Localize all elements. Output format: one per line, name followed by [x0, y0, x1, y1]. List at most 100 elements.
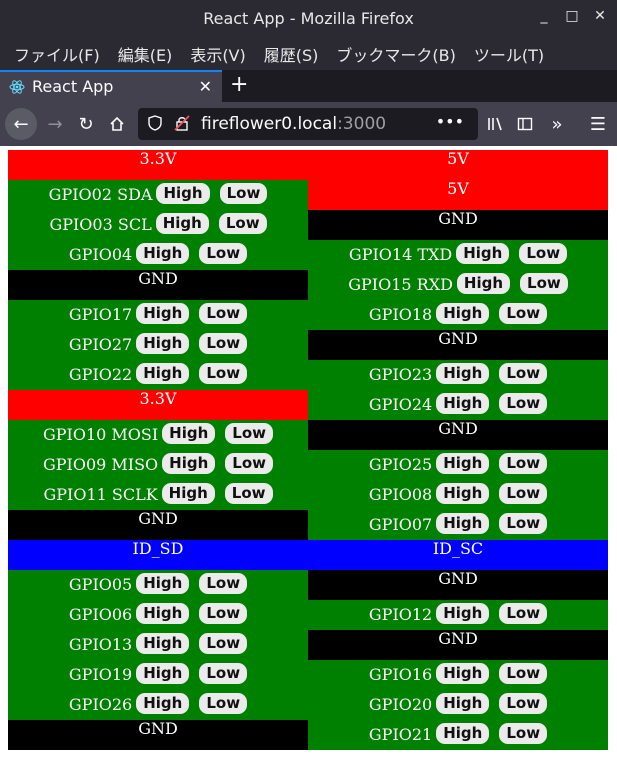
left-pin-gpio11-sclk: GPIO11 SCLK High Low	[8, 480, 308, 510]
library-icon[interactable]	[482, 110, 510, 138]
pin-label: GPIO19	[68, 665, 133, 684]
low-button[interactable]: Low	[218, 213, 267, 234]
high-button[interactable]: High	[155, 213, 209, 234]
low-button[interactable]: Low	[225, 453, 274, 474]
high-button[interactable]: High	[136, 633, 190, 654]
high-button[interactable]: High	[456, 243, 510, 264]
high-button[interactable]: High	[436, 603, 490, 624]
url-text[interactable]: fireflower0.local:3000	[201, 114, 386, 134]
high-button[interactable]: High	[161, 483, 215, 504]
url-bar[interactable]: fireflower0.local:3000 •••	[138, 108, 478, 140]
left-pin-id-sd: ID_SD	[8, 540, 308, 570]
nav-bar: ← → ↻ fireflower0.local:3000 ••• » ☰	[0, 102, 617, 146]
low-button[interactable]: Low	[520, 273, 568, 294]
high-button[interactable]: High	[436, 513, 490, 534]
right-pin-gpio07: GPIO07 High Low	[308, 510, 608, 540]
high-button[interactable]: High	[436, 453, 490, 474]
insecure-lock-icon[interactable]	[174, 115, 190, 131]
overflow-menu-icon[interactable]: »	[543, 110, 571, 138]
high-button[interactable]: High	[436, 303, 490, 324]
menu-edit[interactable]: 編集(E)	[118, 42, 173, 66]
left-pin-gpio22: GPIO22 High Low	[8, 360, 308, 390]
high-button[interactable]: High	[162, 423, 216, 444]
low-button[interactable]: Low	[199, 363, 248, 384]
low-button[interactable]: Low	[199, 573, 248, 594]
high-button[interactable]: High	[156, 183, 210, 204]
low-button[interactable]: Low	[499, 363, 548, 384]
menu-history[interactable]: 履歴(S)	[264, 42, 319, 66]
low-button[interactable]: Low	[199, 333, 248, 354]
low-button[interactable]: Low	[499, 603, 548, 624]
right-pin-id-sc: ID_SC	[308, 540, 608, 570]
low-button[interactable]: Low	[199, 633, 248, 654]
high-button[interactable]: High	[136, 603, 190, 624]
high-button[interactable]: High	[136, 363, 190, 384]
pin-label: GND	[138, 269, 178, 288]
right-pin-gnd: GND	[308, 570, 608, 600]
high-button[interactable]: High	[136, 693, 190, 714]
sidebar-icon[interactable]	[511, 110, 539, 138]
tab-react-app[interactable]: React App ✕	[0, 70, 222, 102]
right-pin-gpio16: GPIO16 High Low	[308, 660, 608, 690]
high-button[interactable]: High	[136, 303, 190, 324]
hamburger-menu-icon[interactable]: ☰	[584, 110, 612, 138]
new-tab-icon[interactable]: +	[230, 72, 248, 97]
menu-view[interactable]: 表示(V)	[190, 42, 245, 66]
reload-icon[interactable]: ↻	[72, 110, 100, 138]
high-button[interactable]: High	[136, 243, 190, 264]
high-button[interactable]: High	[436, 723, 490, 744]
low-button[interactable]: Low	[224, 483, 273, 504]
menu-tools[interactable]: ツール(T)	[474, 42, 544, 66]
low-button[interactable]: Low	[199, 243, 248, 264]
tab-close-icon[interactable]: ✕	[199, 77, 212, 96]
left-pin-gpio05: GPIO05 High Low	[8, 570, 308, 600]
high-button[interactable]: High	[436, 693, 490, 714]
shield-icon[interactable]	[148, 115, 162, 131]
high-button[interactable]: High	[436, 393, 490, 414]
pin-label: GPIO07	[368, 515, 433, 534]
menu-file[interactable]: ファイル(F)	[14, 42, 100, 66]
low-button[interactable]: Low	[199, 603, 248, 624]
low-button[interactable]: Low	[499, 663, 548, 684]
left-pin-gpio02-sda: GPIO02 SDA High Low	[8, 180, 308, 210]
low-button[interactable]: Low	[199, 693, 248, 714]
right-pin-gnd: GND	[308, 210, 608, 240]
right-pin-gpio15-rxd: GPIO15 RXD High Low	[308, 270, 608, 300]
power-header: 3.3V 5V	[8, 150, 608, 180]
high-button[interactable]: High	[436, 663, 490, 684]
minimize-icon[interactable]: _	[537, 8, 551, 24]
low-button[interactable]: Low	[499, 693, 548, 714]
pin-label: GPIO26	[68, 695, 133, 714]
low-button[interactable]: Low	[219, 183, 268, 204]
low-button[interactable]: Low	[499, 513, 548, 534]
forward-icon[interactable]: →	[41, 110, 69, 138]
high-button[interactable]: High	[436, 363, 490, 384]
high-button[interactable]: High	[456, 273, 511, 294]
low-button[interactable]: Low	[499, 453, 548, 474]
low-button[interactable]: Low	[199, 663, 248, 684]
left-pin-gpio13: GPIO13 High Low	[8, 630, 308, 660]
maximize-icon[interactable]: □	[565, 8, 579, 24]
high-button[interactable]: High	[136, 573, 190, 594]
high-button[interactable]: High	[136, 663, 190, 684]
low-button[interactable]: Low	[199, 303, 248, 324]
high-button[interactable]: High	[436, 483, 490, 504]
low-button[interactable]: Low	[499, 483, 548, 504]
right-pin-gpio21: GPIO21 High Low	[308, 720, 608, 750]
high-button[interactable]: High	[162, 453, 216, 474]
page-actions-icon[interactable]: •••	[436, 112, 464, 131]
left-pin-gpio06: GPIO06 High Low	[8, 600, 308, 630]
home-icon[interactable]	[103, 110, 131, 138]
pin-label: GPIO04	[68, 245, 133, 264]
menu-bookmarks[interactable]: ブックマーク(B)	[336, 42, 455, 66]
high-button[interactable]: High	[136, 333, 190, 354]
left-pin-gnd: GND	[8, 270, 308, 300]
low-button[interactable]: Low	[499, 723, 548, 744]
back-icon[interactable]: ←	[5, 108, 37, 140]
low-button[interactable]: Low	[225, 423, 274, 444]
low-button[interactable]: Low	[519, 243, 568, 264]
close-icon[interactable]: ✕	[593, 8, 607, 24]
pin-label: GND	[438, 569, 478, 588]
low-button[interactable]: Low	[499, 303, 548, 324]
low-button[interactable]: Low	[499, 393, 548, 414]
